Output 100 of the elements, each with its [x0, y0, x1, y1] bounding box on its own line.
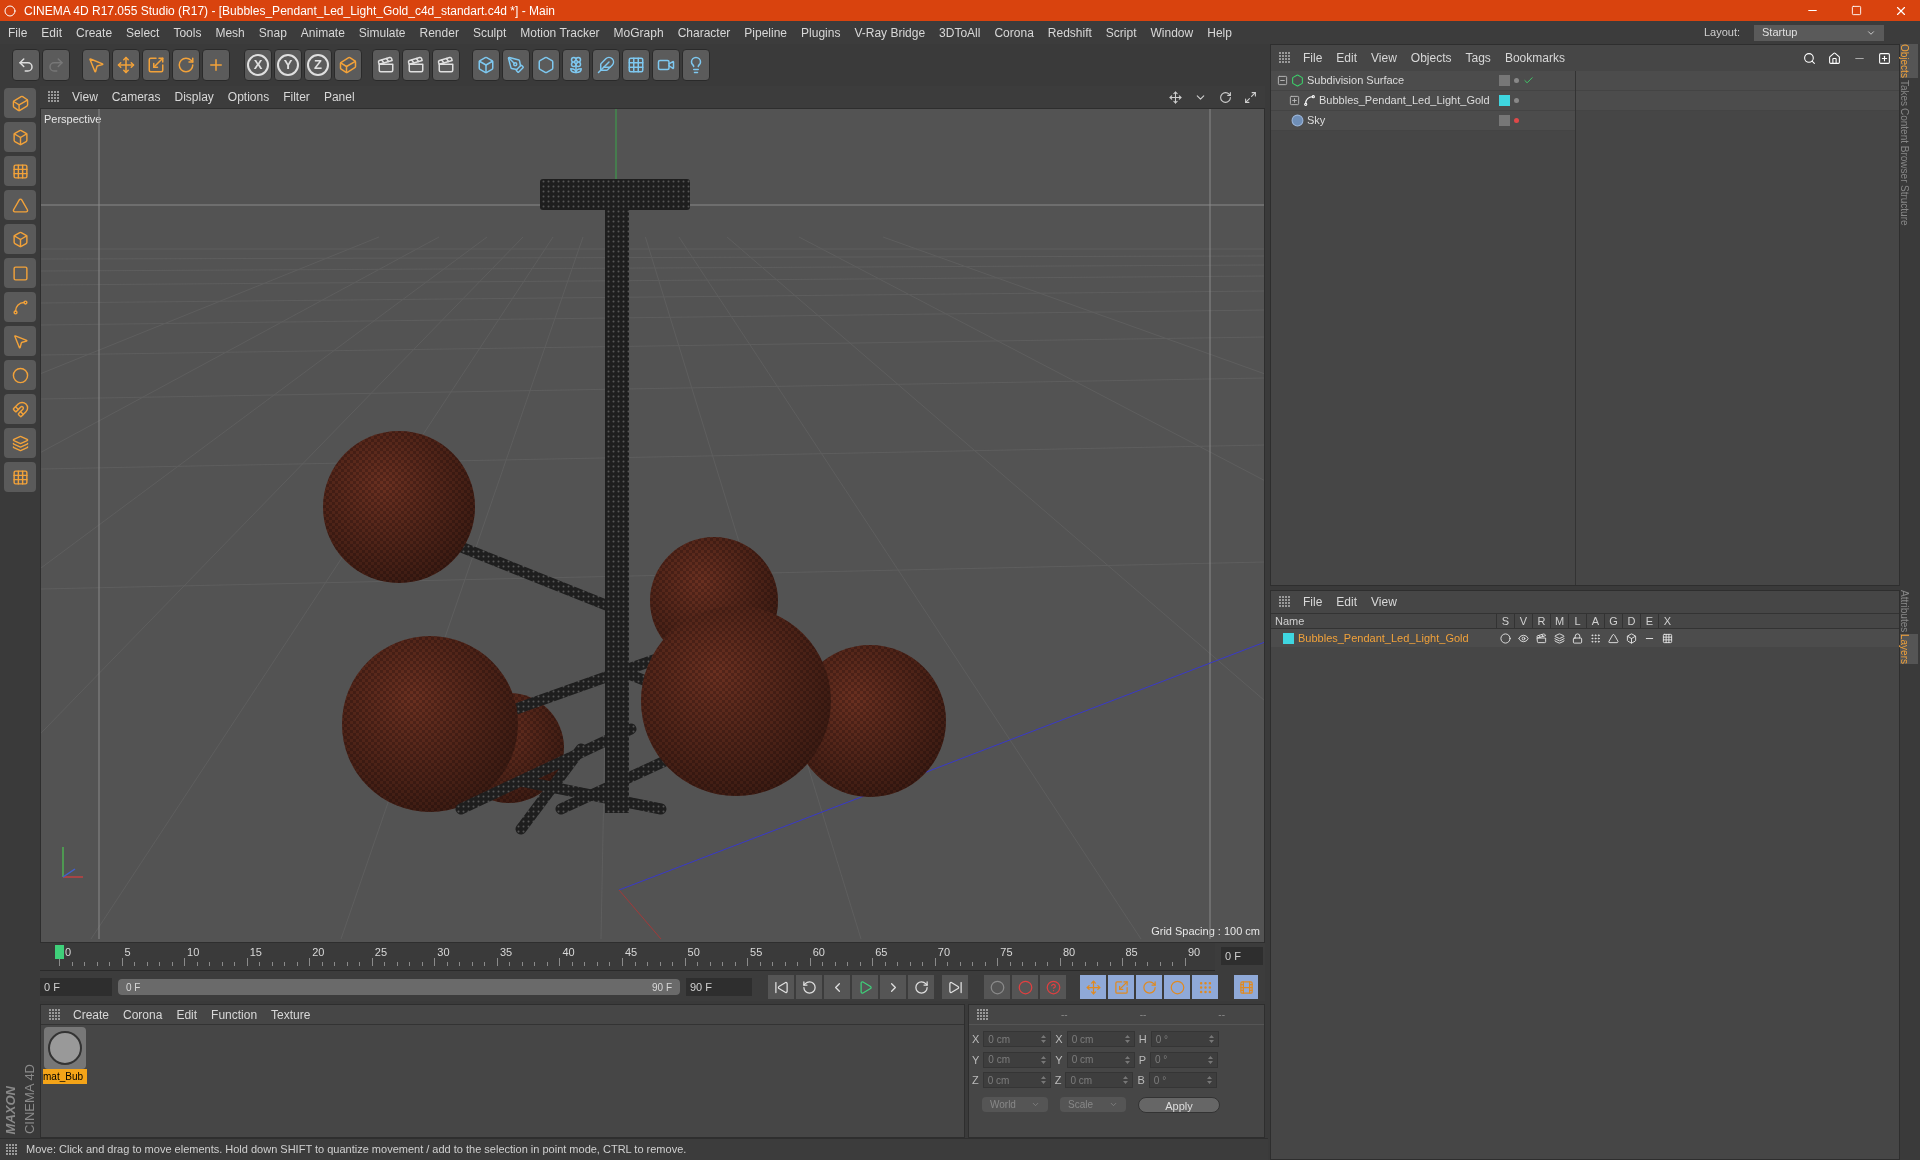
material-menu-item[interactable]: Function: [211, 1005, 258, 1024]
side-tab[interactable]: Objects: [1900, 44, 1918, 78]
layers-menu-item[interactable]: View: [1371, 593, 1397, 611]
tweak-mode-button[interactable]: [4, 326, 36, 356]
viewport-menu-item[interactable]: Panel: [323, 88, 355, 106]
subdivision-button[interactable]: [532, 49, 560, 81]
menu-item[interactable]: Tools: [173, 23, 202, 42]
first-frame-button[interactable]: [768, 975, 794, 999]
rotate-tool-button[interactable]: [172, 49, 200, 81]
restore-icon[interactable]: [1851, 5, 1862, 16]
side-tab[interactable]: Layers: [1900, 634, 1918, 665]
last-frame-button[interactable]: [942, 975, 968, 999]
material-menu-item[interactable]: Create: [73, 1005, 110, 1024]
objects-menu-item[interactable]: View: [1371, 49, 1397, 67]
camera-button[interactable]: [652, 49, 680, 81]
start-frame-field[interactable]: 0 F: [40, 978, 112, 996]
menu-item[interactable]: Mesh: [215, 23, 245, 42]
menu-item[interactable]: Motion Tracker: [520, 23, 600, 42]
apply-button[interactable]: Apply: [1138, 1096, 1220, 1113]
object-name[interactable]: Bubbles_Pendant_Led_Light_Gold: [1319, 92, 1490, 109]
material-menu-item[interactable]: Texture: [271, 1005, 311, 1024]
viewport-menu-item[interactable]: Cameras: [111, 88, 161, 106]
material-swatch[interactable]: mat_Bub: [43, 1027, 87, 1084]
axis-lock-button[interactable]: X: [244, 49, 272, 81]
scale-tool-button[interactable]: [142, 49, 170, 81]
menu-item[interactable]: Help: [1207, 23, 1232, 42]
material-menu-item[interactable]: Corona: [123, 1005, 163, 1024]
objects-menu-item[interactable]: File: [1303, 49, 1323, 67]
viewport-menu-item[interactable]: Options: [227, 88, 270, 106]
menu-item[interactable]: MoGraph: [613, 23, 664, 42]
axis-lock-button[interactable]: Y: [274, 49, 302, 81]
menu-item[interactable]: Select: [126, 23, 160, 42]
layout-dropdown[interactable]: Startup: [1754, 24, 1884, 41]
render-picture-viewer-button[interactable]: [402, 49, 430, 81]
menu-item[interactable]: Window: [1150, 23, 1194, 42]
undo-button[interactable]: [12, 49, 40, 81]
maximize-icon[interactable]: [1244, 90, 1257, 104]
move-tool-button[interactable]: [112, 49, 140, 81]
menu-item[interactable]: 3DToAll: [939, 23, 981, 42]
visible-icon[interactable]: [1517, 632, 1529, 644]
magnet-button[interactable]: [4, 394, 36, 424]
render-settings-button[interactable]: [432, 49, 460, 81]
play-button[interactable]: [852, 975, 878, 999]
grid-snap-button[interactable]: [4, 462, 36, 492]
home-icon[interactable]: [1828, 51, 1841, 65]
layers-menu-item[interactable]: File: [1303, 593, 1323, 611]
layer-name[interactable]: Bubbles_Pendant_Led_Light_Gold: [1298, 629, 1469, 647]
menu-item[interactable]: V-Ray Bridge: [854, 23, 926, 42]
select-tool-button[interactable]: [82, 49, 110, 81]
collapse-icon[interactable]: [1277, 75, 1288, 86]
render-view-button[interactable]: [372, 49, 400, 81]
end-frame-field[interactable]: 90 F: [686, 978, 752, 996]
expand-icon[interactable]: [1289, 95, 1300, 106]
search-icon[interactable]: [1803, 51, 1816, 65]
frame-range-slider[interactable]: 0 F 90 F: [118, 979, 680, 995]
previous-key-button[interactable]: [796, 975, 822, 999]
next-frame-button[interactable]: [880, 975, 906, 999]
objects-menu-item[interactable]: Tags: [1465, 49, 1491, 67]
object-name[interactable]: Sky: [1307, 112, 1326, 129]
objects-menu-item[interactable]: Edit: [1336, 49, 1358, 67]
menu-item[interactable]: Sculpt: [472, 23, 507, 42]
menu-item[interactable]: Script: [1105, 23, 1137, 42]
menu-item[interactable]: Plugins: [801, 23, 841, 42]
menu-item[interactable]: Simulate: [358, 23, 406, 42]
render-icon[interactable]: [1535, 632, 1547, 644]
next-key-button[interactable]: [908, 975, 934, 999]
object-name[interactable]: Subdivision Surface: [1307, 72, 1405, 89]
menu-item[interactable]: Animate: [300, 23, 345, 42]
viewport-menu-item[interactable]: Display: [174, 88, 214, 106]
menu-item[interactable]: Render: [419, 23, 459, 42]
current-frame-field[interactable]: 0 F: [1221, 947, 1263, 965]
orbit-icon[interactable]: [1219, 90, 1232, 104]
cube-button[interactable]: [472, 49, 500, 81]
layout-label: Layout:: [1703, 25, 1740, 41]
light-button[interactable]: [682, 49, 710, 81]
axis-lock-button[interactable]: Z: [304, 49, 332, 81]
menu-item[interactable]: Character: [677, 23, 731, 42]
previous-frame-button[interactable]: [824, 975, 850, 999]
transform-tool-button[interactable]: [202, 49, 230, 81]
menu-item[interactable]: File: [8, 23, 28, 42]
new-panel-icon[interactable]: [1878, 51, 1891, 65]
enabled-check-icon[interactable]: [1523, 75, 1535, 86]
objects-menu-item[interactable]: Objects: [1410, 49, 1452, 67]
menu-item[interactable]: Edit: [41, 23, 63, 42]
material-menu-item[interactable]: Edit: [176, 1005, 198, 1024]
solo-icon[interactable]: [1499, 632, 1511, 644]
menu-item[interactable]: Redshift: [1047, 23, 1092, 42]
menu-item[interactable]: Snap: [258, 23, 287, 42]
pen-button[interactable]: [502, 49, 530, 81]
viewport-menu-item[interactable]: Filter: [283, 88, 310, 106]
objects-menu-item[interactable]: Bookmarks: [1504, 49, 1565, 67]
pan-icon[interactable]: [1169, 90, 1182, 104]
menu-item[interactable]: Create: [76, 23, 113, 42]
viewport-menu-item[interactable]: View: [72, 88, 98, 106]
menu-item[interactable]: Pipeline: [744, 23, 788, 42]
floor-button[interactable]: [622, 49, 650, 81]
layers-menu-item[interactable]: Edit: [1336, 593, 1358, 611]
lock-icon[interactable]: [1571, 632, 1583, 644]
axis-gizmo-icon: [62, 846, 84, 878]
menu-item[interactable]: Corona: [994, 23, 1034, 42]
